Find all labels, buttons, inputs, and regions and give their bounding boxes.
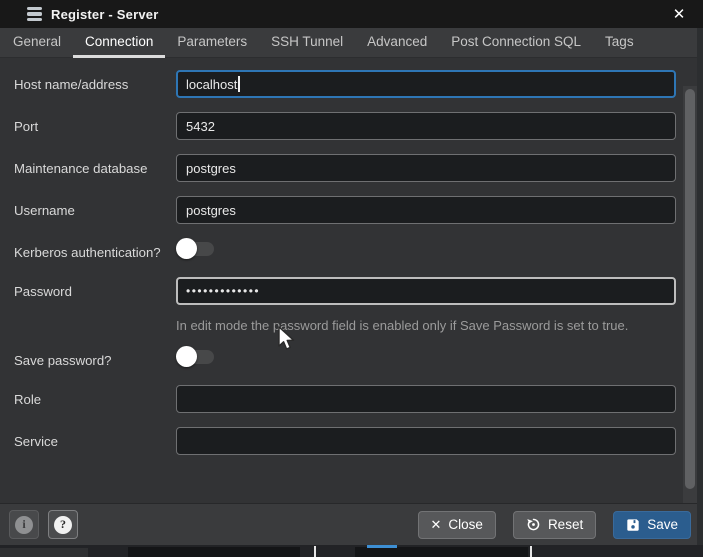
tab-post-connection-sql[interactable]: Post Connection SQL <box>439 28 593 58</box>
background-app-bottom-strip <box>0 545 703 557</box>
password-value: ••••••••••••• <box>186 284 260 298</box>
save-floppy-icon <box>626 518 640 532</box>
dialog-body: General Connection Parameters SSH Tunnel… <box>0 28 697 545</box>
info-icon: i <box>15 516 33 534</box>
toggle-knob <box>176 238 197 259</box>
host-row: Host name/address localhost <box>14 70 697 98</box>
close-button[interactable]: ✕ Close <box>418 511 496 539</box>
username-input[interactable]: postgres <box>176 196 676 224</box>
toggle-knob <box>176 346 197 367</box>
password-input[interactable]: ••••••••••••• <box>176 277 676 305</box>
role-row: Role <box>14 385 697 413</box>
tab-general[interactable]: General <box>1 28 73 58</box>
role-label: Role <box>14 385 176 413</box>
tab-parameters[interactable]: Parameters <box>165 28 259 58</box>
tab-connection[interactable]: Connection <box>73 28 165 58</box>
username-label: Username <box>14 196 176 224</box>
help-icon: ? <box>54 516 72 534</box>
host-label: Host name/address <box>14 70 176 98</box>
port-label: Port <box>14 112 176 140</box>
kerberos-row: Kerberos authentication? <box>14 238 697 263</box>
password-label: Password <box>14 277 176 338</box>
service-input[interactable] <box>176 427 676 455</box>
kerberos-label: Kerberos authentication? <box>14 238 176 263</box>
port-row: Port 5432 <box>14 112 697 140</box>
service-row: Service <box>14 427 697 455</box>
host-value: localhost <box>186 77 237 92</box>
service-label: Service <box>14 427 176 455</box>
help-button[interactable]: ? <box>48 510 78 539</box>
host-input[interactable]: localhost <box>176 70 676 98</box>
close-icon[interactable]: ✕ <box>667 0 691 28</box>
dialog-titlebar: Register - Server ✕ <box>0 0 703 28</box>
reset-button-label: Reset <box>548 517 583 532</box>
info-button[interactable]: i <box>9 510 39 539</box>
tab-ssh-tunnel[interactable]: SSH Tunnel <box>259 28 355 58</box>
tab-tags[interactable]: Tags <box>593 28 646 58</box>
tab-advanced[interactable]: Advanced <box>355 28 439 58</box>
reset-icon <box>526 517 541 532</box>
connection-form: Host name/address localhost Port 5432 <box>0 58 697 502</box>
maintenance-db-input[interactable]: postgres <box>176 154 676 182</box>
maintenance-db-label: Maintenance database <box>14 154 176 182</box>
server-stack-icon <box>27 7 42 21</box>
username-value: postgres <box>186 203 236 218</box>
port-input[interactable]: 5432 <box>176 112 676 140</box>
maintenance-db-row: Maintenance database postgres <box>14 154 697 182</box>
close-x-icon: ✕ <box>431 517 442 533</box>
text-caret <box>238 76 240 92</box>
dialog-tabbar: General Connection Parameters SSH Tunnel… <box>0 28 697 58</box>
save-button-label: Save <box>647 517 678 532</box>
register-server-dialog-screen: Register - Server ✕ General Connection P… <box>0 0 703 557</box>
reset-button[interactable]: Reset <box>513 511 596 539</box>
maintenance-db-value: postgres <box>186 161 236 176</box>
password-row: Password ••••••••••••• In edit mode the … <box>14 277 697 338</box>
dialog-title: Register - Server <box>51 7 158 22</box>
vertical-scrollbar[interactable] <box>683 86 697 531</box>
port-value: 5432 <box>186 119 215 134</box>
save-password-label: Save password? <box>14 346 176 371</box>
save-password-row: Save password? <box>14 346 697 371</box>
background-app-right-sliver <box>697 28 703 545</box>
dialog-footer: i ? ✕ Close Reset <box>0 503 697 545</box>
password-help-text: In edit mode the password field is enabl… <box>176 313 676 338</box>
role-input[interactable] <box>176 385 676 413</box>
save-password-toggle[interactable] <box>176 346 216 367</box>
username-row: Username postgres <box>14 196 697 224</box>
save-button[interactable]: Save <box>613 511 691 539</box>
kerberos-toggle[interactable] <box>176 238 216 259</box>
close-button-label: Close <box>448 517 483 532</box>
scrollbar-thumb[interactable] <box>685 89 695 489</box>
